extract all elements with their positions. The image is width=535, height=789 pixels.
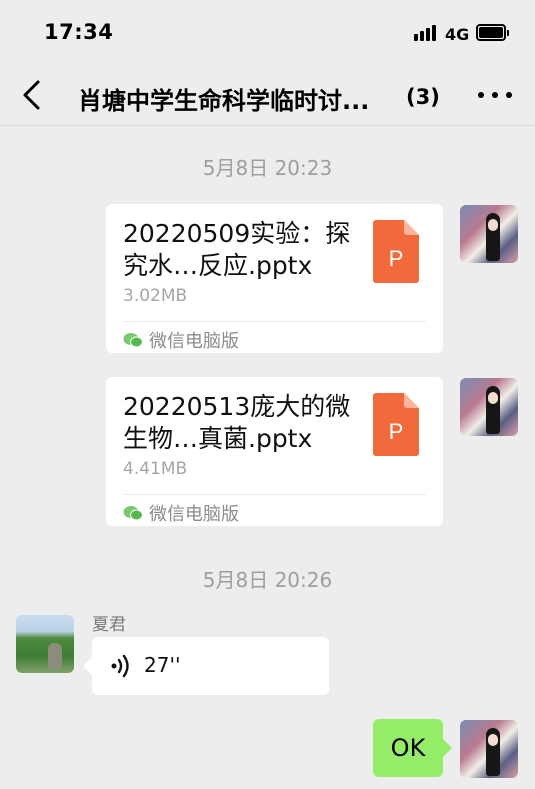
wechat-icon (123, 333, 143, 348)
sender-avatar[interactable] (16, 615, 74, 673)
chat-timestamp: 5月8日 20:26 (202, 568, 333, 592)
battery-full-icon (476, 24, 509, 41)
self-avatar[interactable] (460, 205, 518, 263)
status-time: 17:34 (44, 20, 114, 44)
chat-timestamp: 5月8日 20:23 (202, 156, 333, 180)
ppt-file-icon: P (373, 393, 419, 456)
avatar-face (488, 392, 498, 404)
file-size: 3.02MB (123, 286, 188, 306)
status-bar: 17:34 4G (0, 0, 535, 64)
card-footer: 微信电脑版 (123, 500, 239, 526)
more-dot (492, 92, 498, 98)
more-button[interactable] (478, 82, 512, 108)
member-count: (3) (406, 85, 440, 109)
avatar-rock (48, 643, 62, 669)
signal-bars-icon (414, 25, 440, 41)
file-size: 4.41MB (123, 459, 188, 479)
voice-message-bubble[interactable]: 27'' (83, 637, 329, 695)
sender-name: 夏君 (92, 615, 126, 635)
text-message-bubble[interactable]: OK (373, 719, 452, 777)
more-dot (506, 92, 512, 98)
file-message-card[interactable]: 20220513庞大的微生物…真菌.pptx 4.41MB P 微信电脑版 (106, 377, 443, 526)
wechat-icon (123, 506, 143, 521)
card-divider (123, 494, 426, 495)
ppt-file-icon: P (373, 220, 419, 283)
ppt-badge: P (389, 246, 404, 271)
more-dots-icon (478, 92, 484, 98)
file-source: 微信电脑版 (149, 504, 239, 525)
card-footer: 微信电脑版 (123, 327, 239, 353)
avatar-face (488, 734, 498, 746)
self-avatar[interactable] (460, 720, 518, 778)
file-source: 微信电脑版 (149, 331, 239, 352)
voice-duration: 27'' (144, 653, 181, 677)
network-label: 4G (445, 25, 470, 44)
file-name: 20220513庞大的微生物…真菌.pptx (123, 392, 351, 453)
self-avatar[interactable] (460, 378, 518, 436)
file-message-card[interactable]: 20220509实验：探究水…反应.pptx 3.02MB P 微信电脑版 (106, 204, 443, 353)
avatar-face (488, 219, 498, 231)
back-button[interactable] (14, 74, 54, 116)
chat-title: 肖塘中学生命科学临时讨... (78, 87, 370, 115)
voice-wave-icon (111, 654, 129, 678)
file-name: 20220509实验：探究水…反应.pptx (123, 219, 351, 280)
chevron-left-icon (23, 80, 40, 110)
chat-header: 肖塘中学生命科学临时讨... (3) (0, 64, 535, 126)
card-divider (123, 321, 426, 322)
ppt-badge: P (389, 419, 404, 444)
